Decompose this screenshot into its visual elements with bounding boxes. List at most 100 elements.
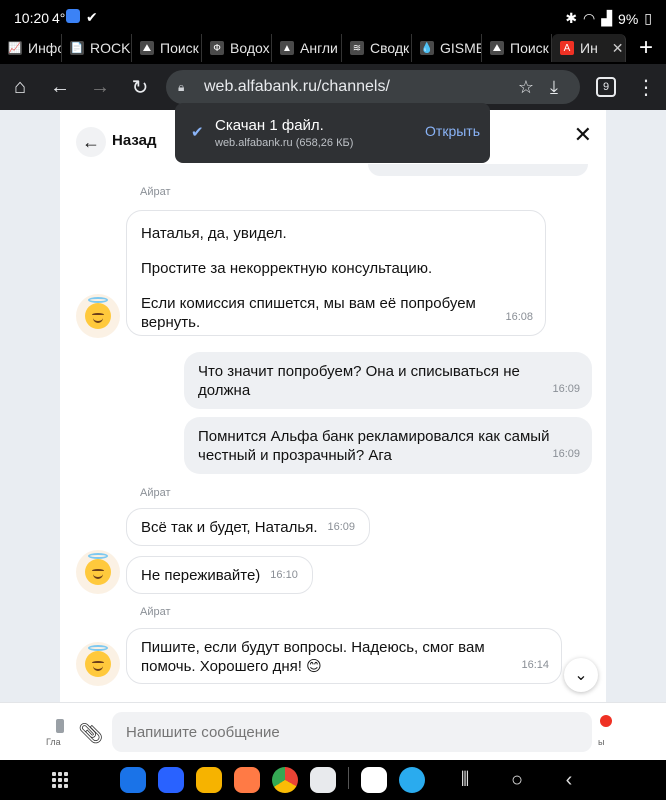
message-bubble-incoming: Наталья, да, увидел. Простите за некорре…	[126, 210, 546, 336]
url-text[interactable]: web.alfabank.ru/channels/	[204, 78, 512, 96]
tab-favicon-icon: ▲	[280, 41, 294, 55]
page-content: ← Назад ✕ Айрат Наталья, да, увидел. Про…	[0, 110, 666, 760]
tab-label: Водох	[230, 40, 270, 56]
background-nav-label: ы	[598, 737, 605, 747]
browser-tab[interactable]: ⛰ Поиск	[132, 34, 202, 62]
system-icons: ✱ ◠ ▟ 9% ▯	[565, 10, 652, 27]
message-time: 16:09	[552, 383, 580, 395]
app-drawer-icon[interactable]	[52, 772, 68, 788]
home-icon[interactable]: ⌂	[0, 67, 40, 107]
lock-icon: 🔒︎	[178, 79, 185, 94]
tab-label: Поиск	[160, 40, 199, 56]
previous-message-bubble	[368, 164, 588, 176]
browser-tab[interactable]: 💧 GISME	[412, 34, 482, 62]
tab-label: ROCK	[90, 40, 131, 56]
message-time: 16:08	[505, 311, 533, 323]
message-text: Помнится Альфа банк рекламировался как с…	[198, 428, 550, 464]
browser-tab-strip: 📈 Инфор 📄 ROCK ⛰ Поиск Ф Водох ▲ Англи ≋…	[0, 32, 666, 64]
browser-tab[interactable]: Ф Водох	[202, 34, 272, 62]
tab-favicon-icon: ⛰	[140, 41, 154, 55]
system-back-icon[interactable]: ‹	[549, 769, 589, 792]
phone-app-icon[interactable]	[120, 767, 146, 793]
tab-favicon-icon: А	[560, 41, 574, 55]
browser-tab[interactable]: ≋ Сводк	[342, 34, 412, 62]
home-circle-icon[interactable]: ○	[497, 769, 537, 792]
message-bubble-incoming: Пишите, если будут вопросы. Надеюсь, смо…	[126, 628, 562, 684]
tab-favicon-icon: ≋	[350, 41, 364, 55]
wifi-icon: ◠	[583, 10, 596, 26]
back-arrow-icon[interactable]: ←	[76, 127, 106, 157]
recent-app-icon[interactable]	[361, 767, 387, 793]
message-time: 16:09	[552, 448, 580, 460]
message-bubble-incoming: Всё так и будет, Наталья. 16:09	[126, 508, 371, 546]
tab-label: GISME	[440, 40, 482, 56]
bluetooth-icon: ✱	[565, 10, 578, 26]
browser-tab[interactable]: 📈 Инфор	[0, 34, 62, 62]
background-icon	[56, 719, 64, 733]
background-nav-label: Гла	[46, 737, 61, 747]
back-arrow-icon[interactable]: ←	[40, 67, 80, 107]
author-name: Айрат	[140, 606, 171, 618]
browser-tab[interactable]: ▲ Англи	[272, 34, 342, 62]
message-bubble-outgoing: Что значит попробуем? Она и списываться …	[184, 352, 592, 409]
tab-label: Сводк	[370, 40, 410, 56]
clock: 10:20	[14, 10, 50, 26]
notification-dot-icon	[600, 715, 612, 727]
message-text: Не переживайте)	[141, 566, 261, 584]
close-tab-icon[interactable]: ✕	[612, 40, 624, 57]
bookmark-star-icon[interactable]: ☆	[512, 77, 540, 98]
download-icon[interactable]: ⤓	[540, 77, 568, 98]
operator-avatar	[76, 294, 120, 338]
reload-icon[interactable]: ↻	[120, 67, 160, 107]
forward-arrow-icon[interactable]: →	[80, 67, 120, 107]
scroll-down-chevron-icon[interactable]: ⌄	[564, 658, 598, 692]
dock-divider	[348, 767, 349, 789]
signal-icon: ▟	[601, 10, 613, 26]
camera-app-icon[interactable]	[310, 767, 336, 793]
message-composer: Гла 📎︎ ы	[0, 702, 666, 760]
angel-emoji-icon	[85, 297, 111, 329]
new-tab-icon[interactable]: +	[626, 34, 666, 62]
calculator-app-icon[interactable]	[234, 767, 260, 793]
angel-emoji-icon	[85, 645, 111, 677]
address-bar[interactable]: 🔒︎ web.alfabank.ru/channels/ ☆ ⤓	[166, 70, 580, 104]
message-text: Простите за некорректную консультацию.	[141, 260, 433, 277]
tab-label: Ин	[580, 40, 598, 56]
app-notification-icon	[66, 9, 80, 23]
chat-panel: ← Назад ✕ Айрат Наталья, да, увидел. Про…	[60, 110, 606, 702]
open-download-button[interactable]: Открыть	[425, 123, 480, 139]
browser-tab-active[interactable]: А Ин ✕	[552, 34, 626, 62]
close-icon[interactable]: ✕	[574, 122, 592, 148]
author-name: Айрат	[140, 186, 171, 198]
checkmark-icon: ✔	[191, 124, 204, 141]
check-icon: ✔	[86, 9, 98, 25]
browser-tab[interactable]: 📄 ROCK	[62, 34, 132, 62]
message-bubble-outgoing: Помнится Альфа банк рекламировался как с…	[184, 417, 592, 474]
message-time: 16:14	[521, 659, 549, 671]
back-label[interactable]: Назад	[112, 132, 156, 149]
tab-switcher-button[interactable]: 9	[586, 67, 626, 107]
telegram-app-icon[interactable]	[399, 767, 425, 793]
message-time: 16:10	[270, 568, 298, 581]
chrome-app-icon[interactable]	[272, 767, 298, 793]
menu-icon[interactable]: ⋮	[626, 67, 666, 107]
tab-label: Поиск	[510, 40, 549, 56]
message-input[interactable]	[112, 712, 592, 752]
nav-buttons: ⦀ ○ ‹	[445, 769, 589, 792]
recents-icon[interactable]: ⦀	[445, 769, 485, 792]
tab-favicon-icon: Ф	[210, 41, 224, 55]
message-text: Наталья, да, увидел.	[141, 225, 287, 242]
toast-subtitle: web.alfabank.ru (658,26 КБ)	[215, 137, 354, 149]
angel-emoji-icon	[85, 553, 111, 585]
status-bar: 10:20 4° ✔ ✱ ◠ ▟ 9% ▯	[0, 0, 666, 36]
tab-favicon-icon: ⛰	[490, 41, 504, 55]
messages-app-icon[interactable]	[158, 767, 184, 793]
paperclip-icon[interactable]: 📎︎	[78, 721, 103, 746]
download-toast: ✔ Скачан 1 файл. web.alfabank.ru (658,26…	[175, 103, 490, 163]
temperature: 4°	[52, 10, 66, 26]
author-name: Айрат	[140, 487, 171, 499]
message-text: Если комиссия спишется, мы вам её попроб…	[141, 295, 476, 331]
gallery-app-icon[interactable]	[196, 767, 222, 793]
tab-favicon-icon: 📄	[70, 41, 84, 55]
browser-tab[interactable]: ⛰ Поиск	[482, 34, 552, 62]
